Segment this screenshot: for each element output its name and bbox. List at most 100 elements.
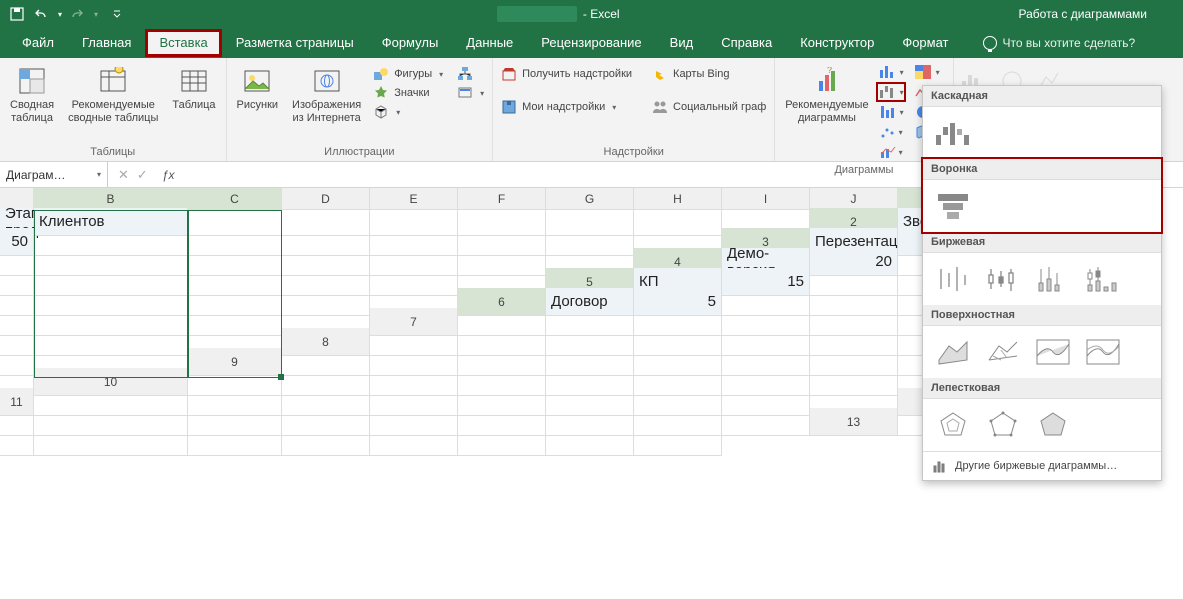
bing-label: Карты Bing xyxy=(673,68,729,80)
undo-dropdown-icon[interactable]: ▾ xyxy=(54,3,64,25)
col-header-F[interactable]: F xyxy=(458,188,546,210)
cell-C13[interactable] xyxy=(0,428,34,456)
cell-F13[interactable] xyxy=(282,428,370,456)
cell-D13[interactable] xyxy=(34,428,188,456)
get-addins-label: Получить надстройки xyxy=(522,68,632,80)
shapes-button[interactable]: Фигуры▾ xyxy=(369,65,447,83)
statistic-chart-button[interactable]: ▾ xyxy=(877,103,905,121)
more-stock-charts[interactable]: Другие биржевые диаграммы… xyxy=(923,451,1161,480)
3d-icon xyxy=(373,104,389,120)
tab-formulas[interactable]: Формулы xyxy=(368,29,453,57)
surface-wire-thumb[interactable] xyxy=(981,334,1025,370)
section-waterfall: Каскадная xyxy=(923,86,1161,107)
tab-review[interactable]: Рецензирование xyxy=(527,29,655,57)
waterfall-chart-thumb[interactable] xyxy=(931,115,975,151)
my-addins-button[interactable]: Мои надстройки▾ xyxy=(497,98,636,116)
tab-file[interactable]: Файл xyxy=(8,29,68,57)
cell-H13[interactable] xyxy=(458,428,546,456)
col-header-J[interactable]: J xyxy=(810,188,898,210)
recommended-pivot-button[interactable]: Рекомендуемые сводные таблицы xyxy=(62,61,164,128)
name-box[interactable]: Диаграм…▾ xyxy=(0,162,108,187)
icons-label: Значки xyxy=(394,87,429,99)
tab-design[interactable]: Конструктор xyxy=(786,29,888,57)
contour-wire-thumb[interactable] xyxy=(1081,334,1125,370)
column-chart-button[interactable]: ▾ xyxy=(877,63,905,81)
icons-button[interactable]: Значки xyxy=(369,84,447,102)
col-header-C[interactable]: C xyxy=(188,188,282,210)
cell-G13[interactable] xyxy=(370,428,458,456)
fx-icon[interactable]: ƒx xyxy=(156,168,175,182)
window-title: - Excel xyxy=(128,7,989,21)
tab-home[interactable]: Главная xyxy=(68,29,145,57)
tab-layout[interactable]: Разметка страницы xyxy=(222,29,368,57)
hierarchy-chart-button[interactable]: ▾ xyxy=(913,63,941,81)
recommended-charts-label: Рекомендуемые диаграммы xyxy=(785,99,868,124)
section-surface: Поверхностная xyxy=(923,305,1161,326)
radar-markers-thumb[interactable] xyxy=(981,407,1025,443)
pictures-button[interactable]: Рисунки xyxy=(231,61,285,116)
smartart-button[interactable] xyxy=(453,65,488,83)
group-tables: Сводная таблица Рекомендуемые сводные та… xyxy=(0,58,227,161)
screenshot-button[interactable]: ▾ xyxy=(453,84,488,102)
group-addins: Получить надстройки Мои надстройки▾ Карт… xyxy=(493,58,775,161)
cell-E13[interactable] xyxy=(188,428,282,456)
enter-formula-icon[interactable]: ✓ xyxy=(137,167,148,183)
cancel-formula-icon[interactable]: ✕ xyxy=(118,167,129,183)
radar-filled-thumb[interactable] xyxy=(1031,407,1075,443)
online-pictures-button[interactable]: Изображения из Интернета xyxy=(286,61,367,128)
svg-text:?: ? xyxy=(827,67,832,75)
tab-help[interactable]: Справка xyxy=(707,29,786,57)
col-header-B[interactable]: B xyxy=(34,188,188,210)
funnel-chart-thumb[interactable] xyxy=(931,188,975,224)
section-funnel-highlighted: Воронка xyxy=(923,159,1161,232)
recommended-pivot-icon xyxy=(97,65,129,97)
redo-icon[interactable] xyxy=(66,3,88,25)
cell-I13[interactable] xyxy=(546,428,634,456)
group-tables-label: Таблицы xyxy=(4,143,222,161)
quick-access-toolbar: ▾ ▾ xyxy=(6,3,128,25)
col-header-E[interactable]: E xyxy=(370,188,458,210)
stock-ohlc-thumb[interactable] xyxy=(981,261,1025,297)
section-stock: Биржевая xyxy=(923,232,1161,253)
redo-dropdown-icon[interactable]: ▾ xyxy=(90,3,100,25)
pivot-table-button[interactable]: Сводная таблица xyxy=(4,61,60,128)
qat-customize-icon[interactable] xyxy=(106,3,128,25)
col-header-H[interactable]: H xyxy=(634,188,722,210)
bulb-icon xyxy=(983,36,997,50)
table-icon xyxy=(178,65,210,97)
scatter-chart-button[interactable]: ▾ xyxy=(877,123,905,141)
tell-me-search[interactable]: Что вы хотите сделать? xyxy=(983,36,1136,50)
waterfall-chart-button[interactable]: ▾ xyxy=(877,83,905,101)
social-graph-button[interactable]: Социальный граф xyxy=(648,98,770,116)
tab-insert[interactable]: Вставка xyxy=(145,29,221,57)
contour-thumb[interactable] xyxy=(1031,334,1075,370)
row-header-13[interactable]: 13 xyxy=(810,408,898,436)
stock-vohlc-thumb[interactable] xyxy=(1081,261,1125,297)
3d-models-button[interactable]: ▾ xyxy=(369,103,447,121)
get-addins-button[interactable]: Получить надстройки xyxy=(497,65,636,83)
cell-J13[interactable] xyxy=(634,428,722,456)
more-charts-icon xyxy=(931,458,947,474)
bing-maps-button[interactable]: Карты Bing xyxy=(648,65,770,83)
name-box-dropdown-icon[interactable]: ▾ xyxy=(97,170,101,179)
col-header-D[interactable]: D xyxy=(282,188,370,210)
more-charts-label: Другие биржевые диаграммы… xyxy=(955,460,1117,472)
col-header-I[interactable]: I xyxy=(722,188,810,210)
save-icon[interactable] xyxy=(6,3,28,25)
recommended-charts-button[interactable]: ? Рекомендуемые диаграммы xyxy=(779,61,874,128)
radar-thumb[interactable] xyxy=(931,407,975,443)
people-icon xyxy=(652,99,668,115)
stock-vhlc-thumb[interactable] xyxy=(1031,261,1075,297)
cell-J12[interactable] xyxy=(722,408,810,436)
combo-chart-button[interactable]: ▾ xyxy=(877,143,905,161)
tab-view[interactable]: Вид xyxy=(656,29,708,57)
tab-format[interactable]: Формат xyxy=(888,29,962,57)
store-icon xyxy=(501,66,517,82)
undo-icon[interactable] xyxy=(30,3,52,25)
group-illustrations: Рисунки Изображения из Интернета Фигуры▾… xyxy=(227,58,494,161)
tab-data[interactable]: Данные xyxy=(452,29,527,57)
table-button[interactable]: Таблица xyxy=(166,61,221,116)
col-header-G[interactable]: G xyxy=(546,188,634,210)
stock-hlc-thumb[interactable] xyxy=(931,261,975,297)
surface-3d-thumb[interactable] xyxy=(931,334,975,370)
